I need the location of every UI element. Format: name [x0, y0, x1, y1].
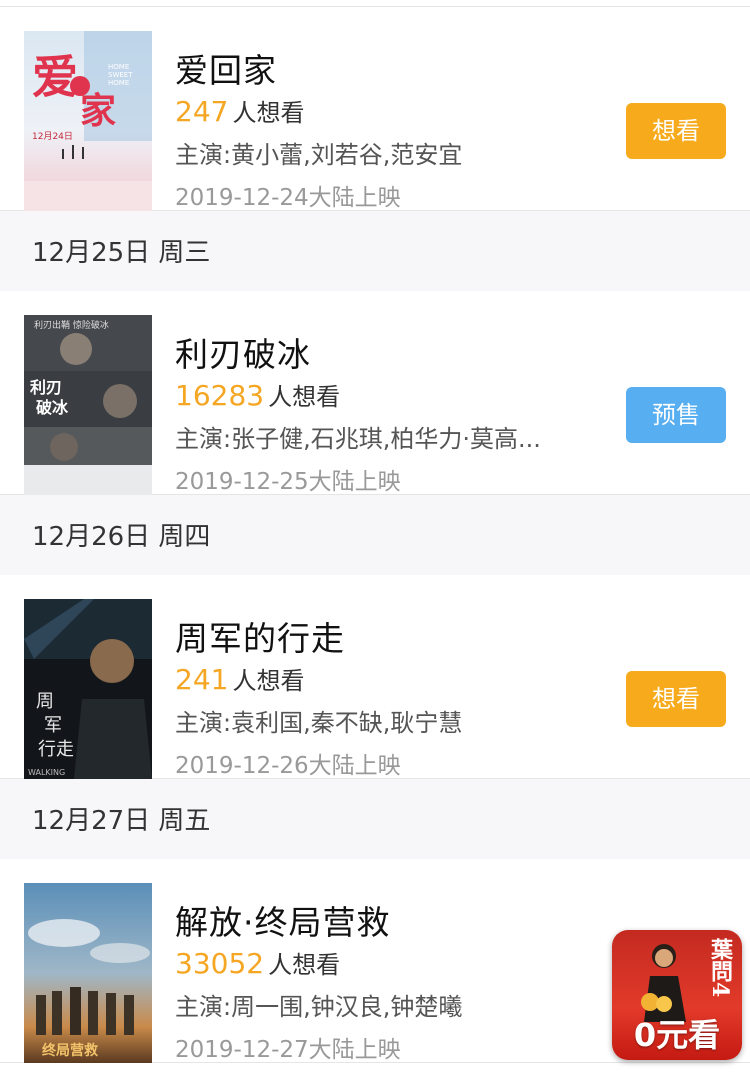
want-count-number: 16283 — [175, 379, 265, 412]
movie-item-zhou-jun-de-xing-zou[interactable]: 周 军 行走 WALKING 周军的行走 241 人想看 主演:袁利国,秦不缺,耿… — [0, 575, 750, 779]
svg-text:周: 周 — [36, 691, 54, 712]
date-header: 12月26日 周四 — [0, 494, 750, 575]
floating-promo-ad[interactable]: 葉問4 0元看 — [612, 930, 742, 1060]
release-date: 2019-12-26大陆上映 — [175, 753, 401, 779]
want-count: 241 人想看 — [175, 661, 304, 696]
svg-text:SWEET: SWEET — [108, 71, 133, 79]
movie-title[interactable]: 周军的行走 — [175, 612, 345, 660]
svg-text:WALKING: WALKING — [28, 768, 65, 777]
movie-poster[interactable]: 终局营救 — [24, 883, 152, 1063]
want-to-watch-button[interactable]: 想看 — [626, 103, 726, 159]
want-count-number: 247 — [175, 95, 229, 128]
want-count-number: 241 — [175, 663, 229, 696]
poster-image-walking: 周 军 行走 WALKING — [24, 599, 152, 779]
poster-image-blade-breaking-ice: 利刃出鞘 惊险破冰 利刃 破冰 — [24, 315, 152, 495]
want-count-suffix: 人想看 — [268, 951, 341, 979]
release-date: 2019-12-24大陆上映 — [175, 185, 401, 211]
want-count-suffix: 人想看 — [232, 99, 305, 127]
movie-poster[interactable]: 周 军 行走 WALKING — [24, 599, 152, 779]
want-count: 16283 人想看 — [175, 377, 340, 412]
date-header: 12月27日 周五 — [0, 778, 750, 859]
release-date: 2019-12-27大陆上映 — [175, 1037, 401, 1063]
svg-text:HOME: HOME — [108, 63, 129, 71]
movie-cast: 主演:黄小蕾,刘若谷,范安宜 — [175, 141, 463, 169]
svg-text:家: 家 — [80, 90, 116, 132]
movie-poster[interactable]: 利刃出鞘 惊险破冰 利刃 破冰 — [24, 315, 152, 495]
svg-text:12月24日: 12月24日 — [32, 131, 73, 142]
want-count-suffix: 人想看 — [268, 383, 341, 411]
svg-text:破冰: 破冰 — [36, 398, 69, 417]
poster-image-love-home: 爱 家 HOME SWEET HOME 12月24日 — [24, 31, 152, 211]
svg-text:终局营救: 终局营救 — [42, 1042, 99, 1059]
want-count: 33052 人想看 — [175, 945, 340, 980]
movie-list: 爱 家 HOME SWEET HOME 12月24日 爱回家 247 人想看 主演… — [0, 0, 750, 1063]
release-date: 2019-12-25大陆上映 — [175, 469, 401, 495]
movie-cast: 主演:袁利国,秦不缺,耿宁慧 — [175, 709, 463, 737]
movie-title[interactable]: 利刃破冰 — [175, 328, 311, 376]
poster-image-liberation-rescue: 终局营救 — [24, 883, 152, 1063]
movie-item-li-ren-po-bing[interactable]: 利刃出鞘 惊险破冰 利刃 破冰 利刃破冰 16283 人想看 主演:张子健,石兆琪… — [0, 291, 750, 495]
date-header: 12月25日 周三 — [0, 210, 750, 291]
svg-text:利刃: 利刃 — [30, 378, 62, 397]
svg-text:利刃出鞘 惊险破冰: 利刃出鞘 惊险破冰 — [34, 319, 109, 331]
movie-title[interactable]: 解放·终局营救 — [175, 896, 391, 944]
svg-text:HOME: HOME — [108, 79, 129, 87]
svg-text:爱: 爱 — [32, 50, 78, 104]
want-count-suffix: 人想看 — [232, 667, 305, 695]
promo-label: 0元看 — [633, 1016, 721, 1054]
movie-cast: 主演:张子健,石兆琪,柏华力·莫高... — [175, 425, 541, 453]
movie-cast: 主演:周一围,钟汉良,钟楚曦 — [175, 993, 463, 1021]
movie-item-ai-hui-jia[interactable]: 爱 家 HOME SWEET HOME 12月24日 爱回家 247 人想看 主演… — [0, 7, 750, 211]
movie-poster[interactable]: 爱 家 HOME SWEET HOME 12月24日 — [24, 31, 152, 211]
movie-title[interactable]: 爱回家 — [175, 44, 277, 92]
want-to-watch-button[interactable]: 想看 — [626, 671, 726, 727]
top-divider — [0, 0, 750, 7]
svg-text:军: 军 — [44, 715, 62, 736]
svg-text:行走: 行走 — [38, 739, 74, 760]
presale-button[interactable]: 预售 — [626, 387, 726, 443]
promo-vertical-text: 葉問4 — [707, 938, 733, 998]
want-count: 247 人想看 — [175, 93, 304, 128]
want-count-number: 33052 — [175, 947, 265, 980]
